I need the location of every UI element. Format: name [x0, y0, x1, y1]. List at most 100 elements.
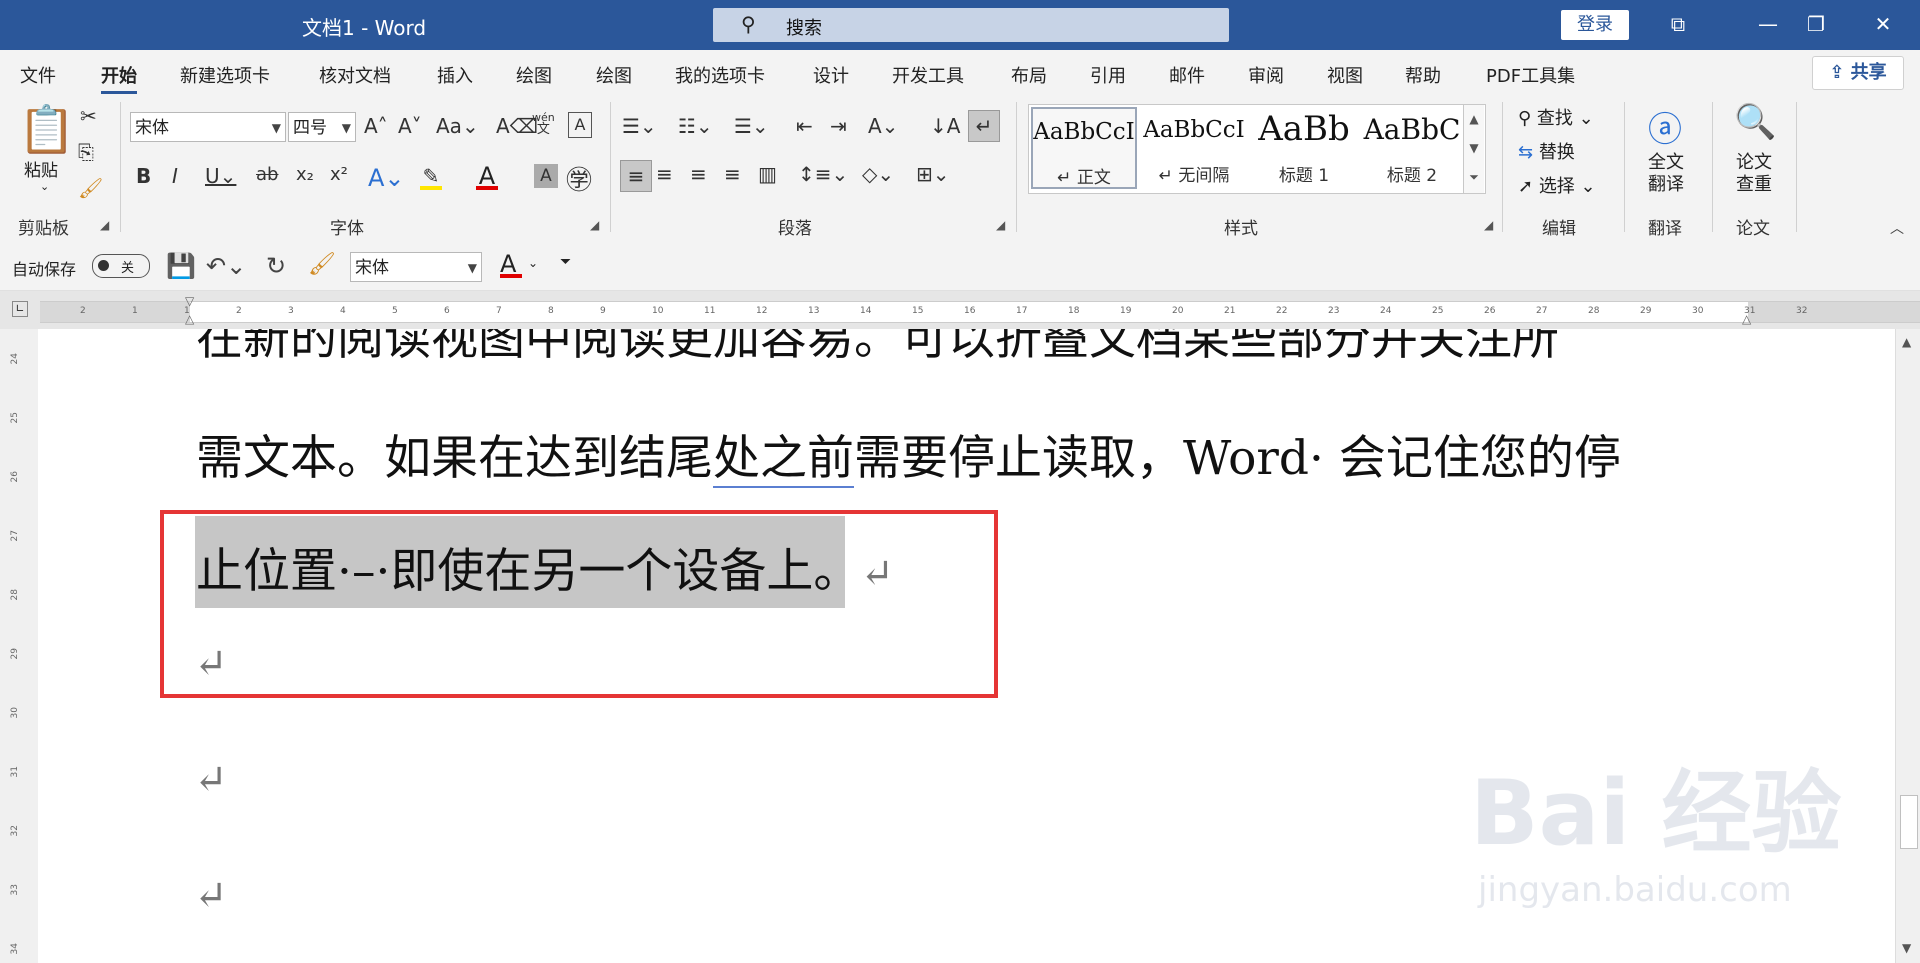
format-painter-icon[interactable]: 🖌: [78, 176, 103, 200]
paste-dropdown-icon[interactable]: ⌄: [40, 180, 49, 193]
tab-help[interactable]: 帮助: [1405, 62, 1441, 88]
right-indent-marker[interactable]: △: [1742, 312, 1751, 326]
shrink-font-icon[interactable]: A˅: [398, 114, 422, 138]
italic-icon[interactable]: I: [172, 164, 178, 188]
login-button[interactable]: 登录: [1561, 10, 1629, 40]
customize-qat-icon[interactable]: ⏷: [560, 254, 571, 270]
clipboard-launcher-icon[interactable]: ◢: [100, 218, 109, 232]
tab-layout[interactable]: 布局: [1011, 62, 1047, 88]
tab-file[interactable]: 文件: [20, 62, 56, 88]
font-launcher-icon[interactable]: ◢: [590, 218, 599, 232]
cut-icon[interactable]: ✂: [80, 104, 97, 128]
hanging-indent-marker[interactable]: △: [185, 312, 194, 326]
font-name-select[interactable]: 宋体 ▼: [130, 112, 286, 142]
superscript-icon[interactable]: x²: [330, 164, 348, 185]
paste-icon[interactable]: 📋: [18, 102, 75, 157]
select-button[interactable]: ➚ 选择 ⌄: [1518, 172, 1596, 198]
format-painter-icon[interactable]: 🖌: [308, 252, 336, 277]
collapse-ribbon-icon[interactable]: ︿: [1890, 218, 1904, 238]
style-heading-2[interactable]: AaBbC 标题 2: [1359, 107, 1465, 189]
tab-view[interactable]: 视图: [1327, 62, 1363, 88]
text-effects-icon[interactable]: A⌄: [368, 164, 405, 192]
find-button[interactable]: ⚲ 查找 ⌄: [1518, 104, 1594, 130]
qat-font-select[interactable]: 宋体 ▼: [350, 252, 482, 282]
horizontal-ruler[interactable]: ∟ 2 1 1 2 3 4 5 6 7 8 9 10 11 12 13 14 15 16 17 18 19 20 21 22 2…: [0, 291, 1920, 329]
share-button[interactable]: ⇪ 共享: [1812, 56, 1904, 90]
redo-icon[interactable]: ↻: [266, 252, 286, 280]
translate-icon[interactable]: ⓐ: [1648, 102, 1682, 151]
styles-launcher-icon[interactable]: ◢: [1484, 218, 1493, 232]
justify-icon[interactable]: ≡: [724, 162, 741, 186]
chevron-up-icon[interactable]: ▲: [1464, 105, 1484, 134]
font-color-icon[interactable]: A: [476, 162, 498, 190]
subscript-icon[interactable]: x₂: [296, 164, 314, 185]
chinese-layout-icon[interactable]: A⌄: [868, 114, 898, 138]
paste-label[interactable]: 粘贴: [24, 156, 58, 181]
align-right-icon[interactable]: ≡: [690, 162, 707, 186]
replace-button[interactable]: ⇆ 替换: [1518, 138, 1575, 164]
decrease-indent-icon[interactable]: ⇤: [796, 114, 813, 138]
scroll-thumb[interactable]: [1900, 795, 1918, 849]
show-marks-icon[interactable]: ↵: [968, 110, 1000, 142]
minimize-icon[interactable]: —: [1745, 8, 1791, 40]
enclose-char-icon[interactable]: ㊫: [566, 160, 592, 197]
underline-icon[interactable]: U⌄: [205, 164, 236, 188]
tab-draw-1[interactable]: 绘图: [516, 62, 552, 88]
tab-references[interactable]: 引用: [1090, 62, 1126, 88]
strikethrough-icon[interactable]: ab: [256, 164, 278, 185]
doc-line-2[interactable]: 需文本。如果在达到结尾处之前需要停止读取，Word· 会记住您的停: [196, 419, 1621, 488]
qat-font-color-icon[interactable]: A: [500, 250, 522, 278]
style-heading-1[interactable]: AaBb 标题 1: [1251, 107, 1357, 189]
highlight-icon[interactable]: ✎: [420, 164, 442, 190]
tab-check-doc[interactable]: 核对文档: [319, 62, 391, 88]
vertical-scrollbar[interactable]: ▲ ▼: [1895, 329, 1920, 963]
line-spacing-icon[interactable]: ↕≡⌄: [798, 162, 848, 186]
more-styles-icon[interactable]: ⏷: [1464, 163, 1484, 192]
paper-check-icon[interactable]: 🔍: [1734, 102, 1776, 142]
style-normal[interactable]: AaBbCcI ↵ 正文: [1031, 107, 1137, 189]
char-border-icon[interactable]: A: [568, 112, 592, 138]
font-size-select[interactable]: 四号 ▼: [288, 112, 356, 142]
tab-review[interactable]: 审阅: [1248, 62, 1284, 88]
tab-pdf-tools[interactable]: PDF工具集: [1486, 62, 1575, 88]
tab-developer[interactable]: 开发工具: [892, 62, 964, 88]
tab-new-tab[interactable]: 新建选项卡: [180, 62, 270, 88]
change-case-icon[interactable]: Aa⌄: [436, 114, 479, 138]
full-translate-button[interactable]: 全文 翻译: [1648, 152, 1684, 196]
first-indent-marker[interactable]: ▽: [185, 294, 194, 308]
align-center-icon[interactable]: ≡: [656, 162, 673, 186]
phonetic-guide-icon[interactable]: wén 文: [532, 112, 555, 137]
styles-scroll[interactable]: ▲ ▼ ⏷: [1463, 105, 1484, 193]
scroll-up-icon[interactable]: ▲: [1902, 335, 1911, 349]
paragraph-launcher-icon[interactable]: ◢: [996, 218, 1005, 232]
multilevel-list-icon[interactable]: ☰⌄: [734, 114, 769, 138]
paper-check-button[interactable]: 论文 查重: [1736, 152, 1772, 196]
undo-icon[interactable]: ↶⌄: [206, 252, 246, 280]
distributed-icon[interactable]: ▥: [758, 162, 777, 186]
increase-indent-icon[interactable]: ⇥: [830, 114, 847, 138]
style-no-spacing[interactable]: AaBbCcI ↵ 无间隔: [1141, 107, 1247, 189]
ribbon-display-icon[interactable]: ⧉: [1655, 8, 1701, 40]
shading-icon[interactable]: ◇⌄: [862, 162, 894, 186]
doc-line-1[interactable]: 在新的阅读视图中阅读更加容易。可以折叠文档某些部分并关注所: [196, 329, 1559, 368]
restore-icon[interactable]: ❐: [1793, 8, 1839, 40]
align-left-icon[interactable]: ≡: [620, 160, 652, 192]
tab-draw-2[interactable]: 绘图: [596, 62, 632, 88]
save-icon[interactable]: 💾: [166, 252, 196, 280]
char-shading-icon[interactable]: A: [534, 164, 558, 188]
tab-selector-icon[interactable]: ∟: [12, 301, 28, 317]
tab-design[interactable]: 设计: [813, 62, 849, 88]
close-icon[interactable]: ✕: [1860, 8, 1906, 40]
copy-icon[interactable]: ⎘: [78, 140, 94, 164]
tab-my-tab[interactable]: 我的选项卡: [675, 62, 765, 88]
chevron-down-icon[interactable]: ▼: [1464, 134, 1484, 163]
autosave-toggle[interactable]: 关: [92, 254, 150, 278]
scroll-down-icon[interactable]: ▼: [1902, 941, 1911, 955]
search-box[interactable]: ⚲ 搜索: [713, 8, 1229, 42]
borders-icon[interactable]: ⊞⌄: [916, 162, 950, 186]
grow-font-icon[interactable]: A˄: [364, 114, 388, 138]
chevron-down-icon[interactable]: ⌄: [528, 256, 538, 270]
tab-insert[interactable]: 插入: [437, 62, 473, 88]
tab-mailings[interactable]: 邮件: [1169, 62, 1205, 88]
numbering-icon[interactable]: ☷⌄: [678, 114, 713, 138]
